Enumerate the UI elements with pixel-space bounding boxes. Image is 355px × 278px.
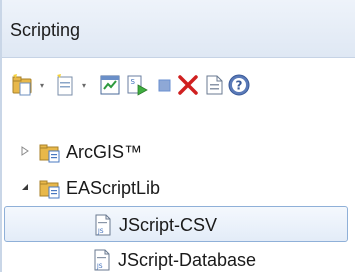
new-group-dropdown-icon[interactable]: ▾ (37, 82, 47, 90)
tree-item-label: EAScriptLib (66, 178, 161, 198)
new-script-dropdown-icon[interactable]: ▾ (79, 82, 89, 90)
svg-text:JS: JS (97, 228, 104, 235)
tree-item-jscript-database[interactable]: JS JScript-Database (2, 242, 355, 278)
properties-icon[interactable] (97, 72, 123, 98)
tree-item-jscript-csv[interactable]: JS JScript-CSV (4, 206, 348, 242)
expand-arrow-icon[interactable] (18, 144, 32, 158)
script-file-icon: JS (90, 248, 114, 272)
new-script-group-icon[interactable] (10, 72, 36, 98)
panel-title: Scripting (10, 20, 81, 40)
script-file-icon: JS (91, 213, 115, 237)
folder-icon (38, 140, 62, 164)
folder-icon (38, 176, 62, 200)
help-icon[interactable]: ? (226, 72, 252, 98)
tree-item-label: JScript-CSV (119, 215, 218, 235)
stop-script-icon[interactable] (151, 72, 177, 98)
document-icon[interactable] (201, 72, 227, 98)
tree-item-arcgis[interactable]: ArcGIS™ (2, 134, 355, 170)
run-script-icon[interactable]: S (124, 72, 150, 98)
new-script-icon[interactable] (52, 72, 78, 98)
scripting-panel: Scripting ▾ ▾ S ? ArcGIS™ EAScriptLib JS… (0, 0, 355, 272)
svg-text:S: S (131, 78, 136, 86)
svg-text:JS: JS (96, 263, 103, 270)
tree-item-label: JScript-Database (118, 250, 257, 270)
panel-title-bar: Scripting (2, 0, 355, 58)
tree-item-eascriptlib[interactable]: EAScriptLib (2, 170, 355, 206)
tree-item-label: ArcGIS™ (66, 142, 143, 162)
svg-text:?: ? (236, 79, 243, 93)
script-tree: ArcGIS™ EAScriptLib JS JScript-CSV JS JS… (2, 120, 355, 272)
collapse-arrow-icon[interactable] (18, 180, 32, 194)
delete-icon[interactable] (175, 72, 201, 98)
